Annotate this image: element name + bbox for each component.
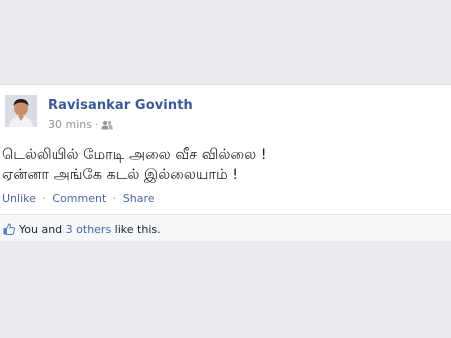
post-actions: Unlike · Comment · Share — [2, 192, 155, 205]
thumbs-up-icon — [3, 223, 15, 235]
post-time[interactable]: 30 mins — [48, 118, 92, 131]
share-link[interactable]: Share — [123, 192, 155, 205]
comment-link[interactable]: Comment — [52, 192, 106, 205]
avatar[interactable] — [5, 95, 37, 127]
likes-bar: You and 3 others like this. — [0, 214, 451, 241]
message-line: டெல்லியில் மோடி அலை வீச வில்லை ! — [2, 147, 267, 163]
action-separator: · — [112, 192, 117, 205]
action-separator: · — [42, 192, 46, 205]
likes-suffix: like this. — [111, 223, 161, 236]
post-card: Ravisankar Govinth 30 mins · டெல்லியில் … — [0, 84, 451, 216]
likes-text: You and 3 others like this. — [19, 223, 161, 236]
author-name[interactable]: Ravisankar Govinth — [48, 98, 193, 113]
post-message: டெல்லியில் மோடி அலை வீச வில்லை ! ஏன்னா அ… — [2, 145, 442, 185]
post-meta: 30 mins · — [48, 118, 114, 131]
message-line: ஏன்னா அங்கே கடல் இல்லையாம் ! — [2, 167, 239, 183]
likes-others-link[interactable]: 3 others — [66, 223, 112, 236]
unlike-link[interactable]: Unlike — [2, 192, 36, 205]
avatar-image — [5, 95, 37, 127]
meta-separator: · — [94, 118, 99, 131]
likes-prefix: You and — [19, 223, 66, 236]
friends-icon[interactable] — [101, 120, 114, 130]
